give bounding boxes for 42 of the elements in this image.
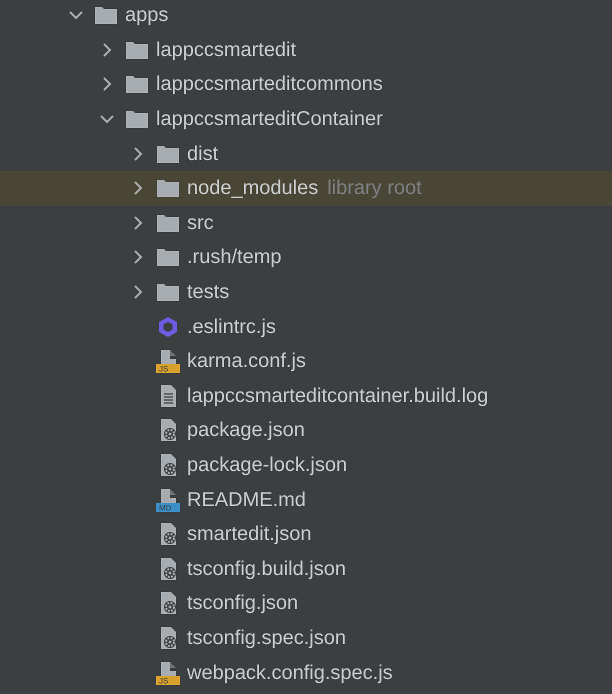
tree-row[interactable]: dist — [0, 136, 612, 171]
ring-icon — [156, 314, 180, 339]
file-name: karma.conf.js — [187, 349, 306, 374]
tree-row[interactable]: lappccsmarteditcommons — [0, 67, 612, 102]
file-name: package-lock.json — [187, 453, 348, 478]
folder-name: lappccsmarteditcommons — [156, 72, 383, 98]
file-name: smartedit.json — [187, 522, 312, 548]
folder-name: .rush/temp — [187, 245, 282, 270]
folder-name: apps — [125, 3, 168, 28]
file-name: tsconfig.build.json — [187, 556, 346, 582]
file-name: tsconfig.json — [187, 591, 298, 616]
file-name: README.md — [187, 488, 306, 513]
folder-name: src — [187, 210, 214, 236]
folder-name: lappccsmartedit — [156, 38, 296, 63]
tree-row[interactable]: .eslintrc.js — [0, 309, 612, 344]
folder-hint: library root — [327, 176, 422, 202]
tree-row[interactable]: JS karma.conf.js — [0, 344, 612, 379]
tree-row[interactable]: apps — [0, 0, 612, 33]
tree-row[interactable]: package.json — [0, 413, 612, 448]
folder-name: tests — [187, 280, 230, 306]
tree-row[interactable]: tsconfig.spec.json — [0, 620, 612, 656]
tree-row[interactable]: src — [0, 206, 612, 240]
selected-tree-row[interactable]: node_modules library root — [0, 170, 612, 206]
tree-row[interactable]: JS webpack.config.spec.js — [0, 655, 612, 690]
tree-row[interactable]: tsconfig.build.json — [0, 552, 612, 586]
tree-row[interactable]: smartedit.json — [0, 516, 612, 552]
tree-row[interactable]: lappccsmartedit — [0, 32, 612, 68]
folder-name: lappccsmarteditContainer — [156, 107, 383, 132]
folder-name: dist — [187, 142, 218, 167]
tree-row[interactable]: tests — [0, 274, 612, 310]
tree-row[interactable]: lappccsmarteditcontainer.build.log — [0, 378, 612, 414]
file-name: tsconfig.spec.json — [187, 626, 346, 651]
file-name: lappccsmarteditcontainer.build.log — [187, 384, 488, 409]
tree-row[interactable]: lappccsmarteditContainer — [0, 102, 612, 136]
file-name: package.json — [187, 418, 305, 444]
tree-row[interactable]: .rush/temp — [0, 240, 612, 275]
folder-name: node_modules — [187, 176, 318, 202]
tree-row[interactable]: package-lock.json — [0, 448, 612, 482]
file-name: webpack.config.spec.js — [187, 660, 393, 686]
file-name: .eslintrc.js — [187, 314, 276, 340]
tree-row[interactable]: MD README.md — [0, 482, 612, 517]
tree-row[interactable]: tsconfig.json — [0, 586, 612, 621]
